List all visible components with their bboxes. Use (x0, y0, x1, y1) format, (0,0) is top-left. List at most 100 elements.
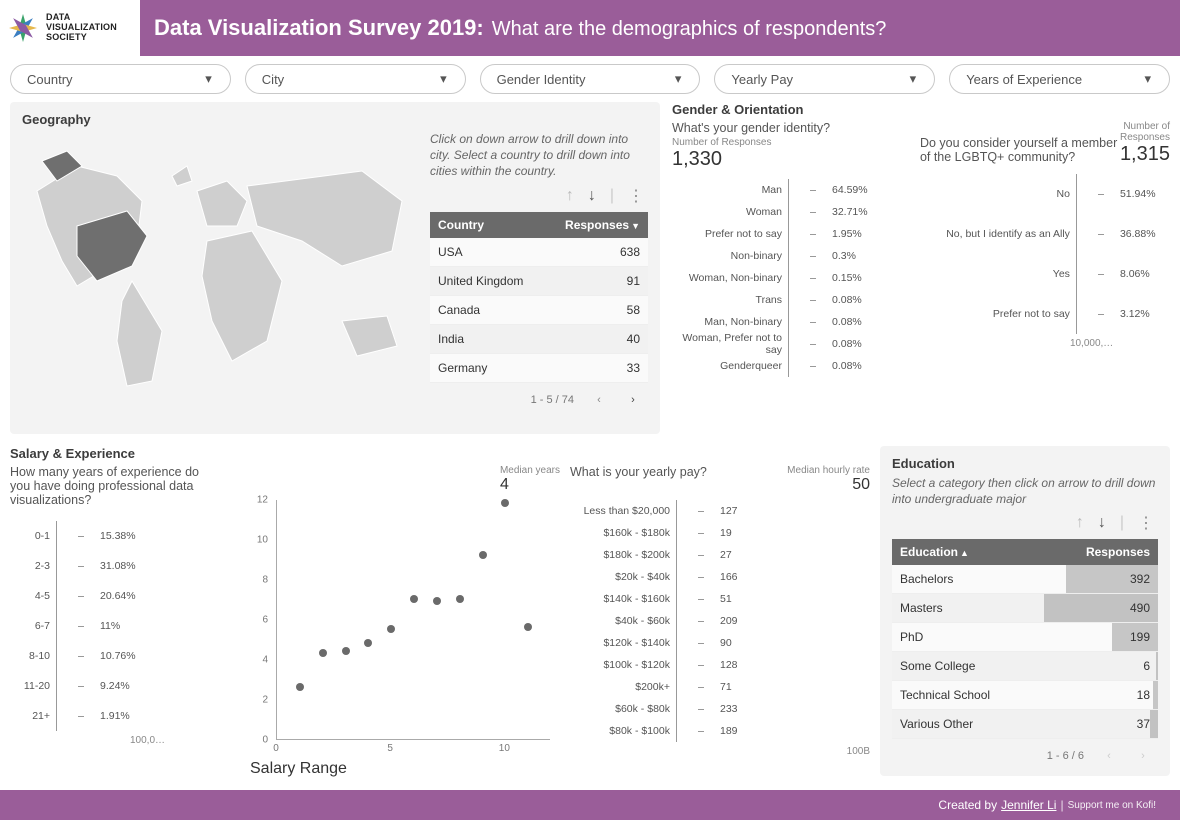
bar-row[interactable]: Woman 32.71% (672, 201, 910, 223)
bar-row[interactable]: $80k - $100k 189 (570, 720, 870, 742)
geo-pager: 1 - 5 / 74 ‹ › (430, 383, 648, 409)
more-icon[interactable]: ⋮ (628, 186, 644, 206)
bar-row[interactable]: 2-3 31.08% (10, 551, 240, 581)
yoe-chart: How many years of experience do you have… (10, 465, 240, 778)
scatter-point[interactable] (319, 649, 327, 657)
col-responses[interactable]: Responses▼ (545, 212, 648, 238)
bar-row[interactable]: Prefer not to say 1.95% (672, 223, 910, 245)
world-map[interactable] (22, 131, 422, 421)
scatter-point[interactable] (479, 551, 487, 559)
bar-row[interactable]: $40k - $60k 209 (570, 610, 870, 632)
prev-page-button[interactable]: ‹ (590, 391, 608, 409)
bar-row[interactable]: 8-10 10.76% (10, 641, 240, 671)
author-link[interactable]: Jennifer Li (1001, 798, 1056, 812)
geo-table-tools: ↑ ↓ | ⋮ (430, 180, 648, 212)
bar-row[interactable]: Less than $20,000 127 (570, 500, 870, 522)
table-row[interactable]: Canada58 (430, 295, 648, 324)
bar-row[interactable]: $20k - $40k 166 (570, 566, 870, 588)
scatter-point[interactable] (501, 499, 509, 507)
kofi-link[interactable]: Support me on Kofi! (1068, 800, 1156, 811)
table-row[interactable]: Various Other37 (892, 710, 1158, 739)
bar-row[interactable]: Man 64.59% (672, 179, 910, 201)
arrow-down-icon[interactable]: ↓ (1098, 514, 1106, 532)
table-row[interactable]: Bachelors392 (892, 565, 1158, 594)
table-row[interactable]: PhD199 (892, 623, 1158, 652)
scatter-point[interactable] (342, 647, 350, 655)
scatter-point[interactable] (296, 683, 304, 691)
geography-card: Geography (10, 102, 660, 434)
scatter-point[interactable] (410, 595, 418, 603)
filter-pay[interactable]: Yearly Pay▾ (714, 64, 935, 94)
sort-desc-icon: ▼ (631, 221, 640, 231)
bar-row[interactable]: $180k - $200k 27 (570, 544, 870, 566)
chevron-down-icon: ▾ (910, 71, 917, 87)
bar-row[interactable]: 6-7 11% (10, 611, 240, 641)
arrow-down-icon[interactable]: ↓ (588, 187, 596, 205)
bar-row[interactable]: Genderqueer 0.08% (672, 355, 910, 377)
geo-pager-text: 1 - 5 / 74 (531, 394, 574, 406)
arrow-up-icon[interactable]: ↑ (566, 187, 574, 205)
bar-row[interactable]: 4-5 20.64% (10, 581, 240, 611)
scatter-point[interactable] (433, 597, 441, 605)
bar-row[interactable]: Non-binary 0.3% (672, 245, 910, 267)
bar-row[interactable]: 0-1 15.38% (10, 521, 240, 551)
pay-question: What is your yearly pay? (570, 465, 707, 479)
table-row[interactable]: Germany33 (430, 353, 648, 382)
bar-row[interactable]: $60k - $80k 233 (570, 698, 870, 720)
table-row[interactable]: USA638 (430, 238, 648, 267)
filter-gender[interactable]: Gender Identity▾ (480, 64, 701, 94)
more-icon[interactable]: ⋮ (1138, 513, 1154, 533)
scatter-point[interactable] (387, 625, 395, 633)
table-row[interactable]: United Kingdom91 (430, 266, 648, 295)
education-card: Education Select a category then click o… (880, 446, 1170, 776)
bar-row[interactable]: No, but I identify as an Ally 36.88% (920, 214, 1170, 254)
bar-row[interactable]: $140k - $160k 51 (570, 588, 870, 610)
education-hint: Select a category then click on arrow to… (892, 475, 1158, 507)
table-row[interactable]: Technical School18 (892, 681, 1158, 710)
geo-table[interactable]: Country Responses▼ USA638United Kingdom9… (430, 212, 648, 383)
prev-page-button[interactable]: ‹ (1100, 747, 1118, 765)
col-education[interactable]: Education▲ (892, 539, 1044, 565)
lgbtq-axis-note: 10,000,… (1070, 338, 1170, 349)
table-row[interactable]: Some College6 (892, 652, 1158, 681)
filter-city[interactable]: City▾ (245, 64, 466, 94)
scatter-point[interactable] (456, 595, 464, 603)
bar-row[interactable]: Woman, Non-binary 0.15% (672, 267, 910, 289)
arrow-up-icon[interactable]: ↑ (1076, 514, 1084, 532)
bar-row[interactable]: $120k - $140k 90 (570, 632, 870, 654)
scatter-point[interactable] (524, 623, 532, 631)
col-country[interactable]: Country (430, 212, 545, 238)
logo-star-icon (6, 11, 40, 45)
scatter-xlabel: Salary Range (250, 760, 560, 778)
bar-row[interactable]: 11-20 9.24% (10, 671, 240, 701)
bar-row[interactable]: Trans 0.08% (672, 289, 910, 311)
education-table[interactable]: Education▲ Responses Bachelors392Masters… (892, 539, 1158, 739)
chevron-down-icon: ▾ (440, 71, 447, 87)
bar-row[interactable]: Woman, Prefer not to say 0.08% (672, 333, 910, 355)
gender-q2: Do you consider yourself a member of the… (920, 136, 1120, 164)
gender-q1-total: 1,330 (672, 148, 832, 171)
bar-row[interactable]: $160k - $180k 19 (570, 522, 870, 544)
chevron-down-icon: ▾ (675, 71, 682, 87)
bar-row[interactable]: Man, Non-binary 0.08% (672, 311, 910, 333)
table-row[interactable]: Masters490 (892, 594, 1158, 623)
chevron-down-icon: ▾ (1144, 71, 1151, 87)
bar-row[interactable]: Prefer not to say 3.12% (920, 294, 1170, 334)
next-page-button[interactable]: › (624, 391, 642, 409)
next-page-button[interactable]: › (1134, 747, 1152, 765)
filter-yoe[interactable]: Years of Experience▾ (949, 64, 1170, 94)
title-main: Data Visualization Survey 2019: (154, 15, 484, 41)
bar-row[interactable]: Yes 8.06% (920, 254, 1170, 294)
col-edu-responses[interactable]: Responses (1044, 539, 1158, 565)
bar-row[interactable]: No 51.94% (920, 174, 1170, 214)
bar-row[interactable]: $100k - $120k 128 (570, 654, 870, 676)
lgbtq-chart: Do you consider yourself a member of the… (920, 121, 1170, 377)
gender-section: Gender & Orientation What's your gender … (672, 102, 1170, 377)
footer-bar: Created by Jennifer Li | Support me on K… (0, 790, 1180, 820)
bar-row[interactable]: $200k+ 71 (570, 676, 870, 698)
sort-asc-icon: ▲ (960, 548, 969, 558)
bar-row[interactable]: 21+ 1.91% (10, 701, 240, 731)
table-row[interactable]: India40 (430, 324, 648, 353)
scatter-point[interactable] (364, 639, 372, 647)
filter-country[interactable]: Country▾ (10, 64, 231, 94)
